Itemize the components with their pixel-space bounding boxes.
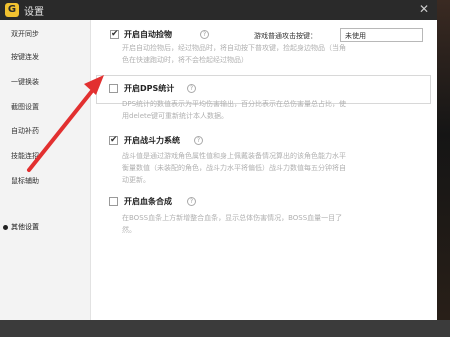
- dps-label: 开启DPS统计: [124, 84, 175, 93]
- dps-desc-line-2: 用delete键可重新统计本人数据。: [122, 112, 229, 120]
- help-icon[interactable]: ?: [187, 197, 196, 206]
- title-bar[interactable]: G 设置 ✕: [0, 0, 437, 20]
- window-title: 设置: [24, 7, 44, 18]
- combat-power-label: 开启战斗力系统: [124, 136, 180, 145]
- dps-desc-line-1: DPS统计的数值表示为平均伤害输出，百分比表示在总伤害量总占比，使: [122, 100, 347, 108]
- combat-power-desc-line-2: 衡量数值（未装配的角色，战斗力水平将偏低）战斗力数值每五分钟将自: [122, 164, 346, 172]
- settings-window: G 设置 ✕ 双开同步 按键连发 一键换装 截图设置 自动补药 技能连招 鼠标辅…: [0, 0, 437, 320]
- sidebar-item-key-repeat[interactable]: 按键连发: [0, 46, 90, 68]
- dps-checkbox[interactable]: [109, 84, 118, 93]
- boss-bar-label: 开启血条合成: [124, 197, 172, 206]
- app-logo-icon: G: [5, 3, 19, 17]
- boss-bar-desc-line-2: 然。: [122, 226, 136, 234]
- attack-hotkey-label: 游戏普通攻击按键：: [254, 32, 317, 40]
- sidebar-item-mouse-assist[interactable]: 鼠标辅助: [0, 170, 90, 192]
- combat-power-desc-line-3: 动更新。: [122, 176, 150, 184]
- background-game-edge: [436, 0, 450, 337]
- help-icon[interactable]: ?: [194, 136, 203, 145]
- auto-pickup-desc-line-2: 色在快速跑动时，将不会检起经过物品）: [122, 56, 248, 64]
- boss-bar-checkbox[interactable]: [109, 197, 118, 206]
- sidebar-item-other-settings[interactable]: 其他设置: [0, 216, 90, 238]
- attack-hotkey-input[interactable]: 未使用: [340, 28, 423, 42]
- active-dot-icon: [3, 225, 8, 230]
- help-icon[interactable]: ?: [187, 84, 196, 93]
- sidebar-item-quick-equip[interactable]: 一键换装: [0, 71, 90, 93]
- sidebar-item-dual-sync[interactable]: 双开同步: [0, 23, 90, 45]
- auto-pickup-checkbox[interactable]: ✔: [110, 30, 119, 39]
- combat-power-desc-line-1: 战斗值是通过游戏角色属性值和身上佩戴装备情况算出的该角色能力水平: [122, 152, 346, 160]
- boss-bar-desc-line-1: 在BOSS血条上方新增整合血条，显示总体伤害情况，BOSS血量一目了: [122, 214, 343, 222]
- sidebar: 双开同步 按键连发 一键换装 截图设置 自动补药 技能连招 鼠标辅助 其他设置: [0, 20, 91, 320]
- auto-pickup-label: 开启自动捡物: [124, 30, 172, 39]
- sidebar-item-skill-combo[interactable]: 技能连招: [0, 145, 90, 167]
- combat-power-checkbox[interactable]: ✔: [109, 136, 118, 145]
- background-bottom-strip: [0, 320, 450, 337]
- sidebar-item-auto-potion[interactable]: 自动补药: [0, 120, 90, 142]
- auto-pickup-desc-line-1: 开启自动捡物后，经过物品时，将自动按下普攻键，捡起身边物品（当角: [122, 44, 346, 52]
- sidebar-item-label: 其他设置: [11, 223, 39, 231]
- help-icon[interactable]: ?: [200, 30, 209, 39]
- close-icon[interactable]: ✕: [419, 2, 429, 16]
- sidebar-item-screenshot[interactable]: 截图设置: [0, 96, 90, 118]
